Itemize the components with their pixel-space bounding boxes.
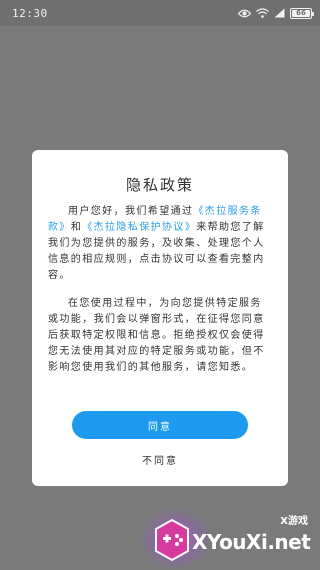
policy-paragraph-2: 在您使用过程中，为向您提供特定服务或功能，我们会以弹窗形式，在征得您同意后获取特…	[48, 298, 265, 373]
status-bar: 12:30 66	[0, 0, 320, 26]
disagree-button[interactable]: 不同意	[120, 453, 200, 471]
wifi-icon	[256, 8, 269, 18]
agree-button[interactable]: 同意	[72, 411, 248, 439]
privacy-policy-dialog: 隐私政策 用户您好，我们希望通过《杰拉服务条款》和《杰拉隐私保护协议》来帮助您了…	[32, 150, 288, 486]
policy-paragraph-1: 用户您好，我们希望通过《杰拉服务条款》和《杰拉隐私保护协议》来帮助您了解我们为您…	[48, 204, 272, 284]
battery-icon: 66	[290, 7, 314, 19]
paragraph-1-conjunction: 和	[70, 222, 83, 233]
status-time: 12:30	[12, 7, 48, 20]
gamepad-logo-icon	[155, 518, 189, 562]
watermark-text: XYouXi.net	[192, 530, 311, 554]
site-watermark: X游戏 XYouXi.net	[140, 508, 320, 570]
signal-icon	[274, 8, 285, 18]
privacy-protocol-link[interactable]: 《杰拉隐私保护协议》	[82, 222, 196, 233]
paragraph-1-intro: 用户您好，我们希望通过	[68, 206, 194, 217]
dialog-body: 用户您好，我们希望通过《杰拉服务条款》和《杰拉隐私保护协议》来帮助您了解我们为您…	[48, 204, 272, 388]
battery-level: 66	[296, 9, 306, 17]
watermark-tag: X游戏	[280, 516, 308, 527]
status-icons: 66	[238, 6, 314, 20]
eye-icon	[238, 9, 251, 17]
dialog-title: 隐私政策	[125, 176, 194, 194]
